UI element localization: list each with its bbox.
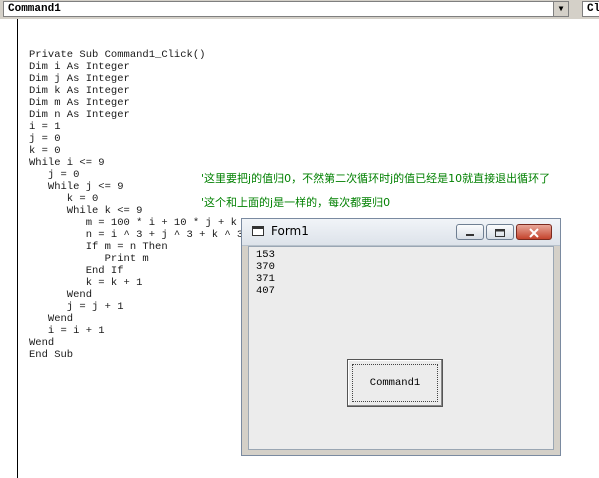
chevron-down-icon[interactable]: ▼ [553, 2, 568, 16]
object-combo[interactable]: Command1 ▼ [3, 1, 569, 17]
code-line[interactable]: k = k + 1 [29, 277, 243, 289]
code-line[interactable]: End Sub [29, 349, 243, 361]
command1-button[interactable]: Command1 [347, 359, 443, 407]
code-line[interactable]: Print m [29, 253, 243, 265]
code-line[interactable]: Wend [29, 289, 243, 301]
output-line: 153 [256, 249, 275, 261]
form1-client-area: 153 370 371 407 Command1 [248, 246, 554, 450]
form1-title: Form1 [271, 224, 309, 238]
output-line: 370 [256, 261, 275, 273]
code-line[interactable]: Dim k As Integer [29, 85, 243, 97]
code-line[interactable]: n = i ^ 3 + j ^ 3 + k ^ 3 [29, 229, 244, 241]
procedure-combo[interactable]: Cl [582, 1, 599, 17]
code-line[interactable]: i = 1 [29, 121, 243, 133]
code-line[interactable]: j = j + 1 [29, 301, 243, 313]
code-line[interactable]: m = 100 * i + 10 * j + k [29, 217, 243, 229]
maximize-icon [495, 229, 505, 237]
code-line[interactable]: j = 0 [29, 133, 243, 145]
code-line[interactable]: Dim i As Integer [29, 61, 243, 73]
maximize-button[interactable] [486, 224, 514, 240]
output-line: 407 [256, 285, 275, 297]
code-line[interactable]: Wend [29, 337, 243, 349]
form-icon [252, 226, 264, 236]
margin-indicator-bar [17, 19, 18, 478]
object-combo-value: Command1 [8, 3, 61, 15]
procedure-combo-value: Cl [587, 3, 599, 15]
close-button[interactable] [516, 224, 552, 240]
code-line[interactable]: i = i + 1 [29, 325, 243, 337]
code-line[interactable]: Dim n As Integer [29, 109, 243, 121]
form1-titlebar[interactable]: Form1 [242, 219, 560, 246]
code-line[interactable]: If m = n Then [29, 241, 243, 253]
output-line: 371 [256, 273, 275, 285]
minimize-button[interactable] [456, 224, 484, 240]
comment-reset-k: '这个和上面的j是一样的，每次都要归0 [201, 196, 391, 209]
minimize-icon [466, 234, 474, 236]
code-line[interactable]: Dim m As Integer [29, 97, 243, 109]
code-line[interactable]: End If [29, 265, 243, 277]
code-window-toolbar: Command1 ▼ Cl [0, 0, 599, 20]
focus-rectangle [352, 364, 438, 402]
code-line[interactable]: Private Sub Command1_Click() [29, 49, 243, 61]
form1-window[interactable]: Form1 153 370 371 407 Command1 [241, 218, 561, 456]
code-line[interactable]: While i <= 9 [29, 157, 243, 169]
close-icon [529, 228, 539, 238]
code-line[interactable]: k = 0 [29, 145, 243, 157]
print-output: 153 370 371 407 [256, 249, 275, 297]
comment-reset-j: '这里要把j的值归0，不然第二次循环时j的值已经是10就直接退出循环了 [201, 172, 551, 185]
code-line[interactable]: Dim j As Integer [29, 73, 243, 85]
code-line[interactable]: Wend [29, 313, 243, 325]
